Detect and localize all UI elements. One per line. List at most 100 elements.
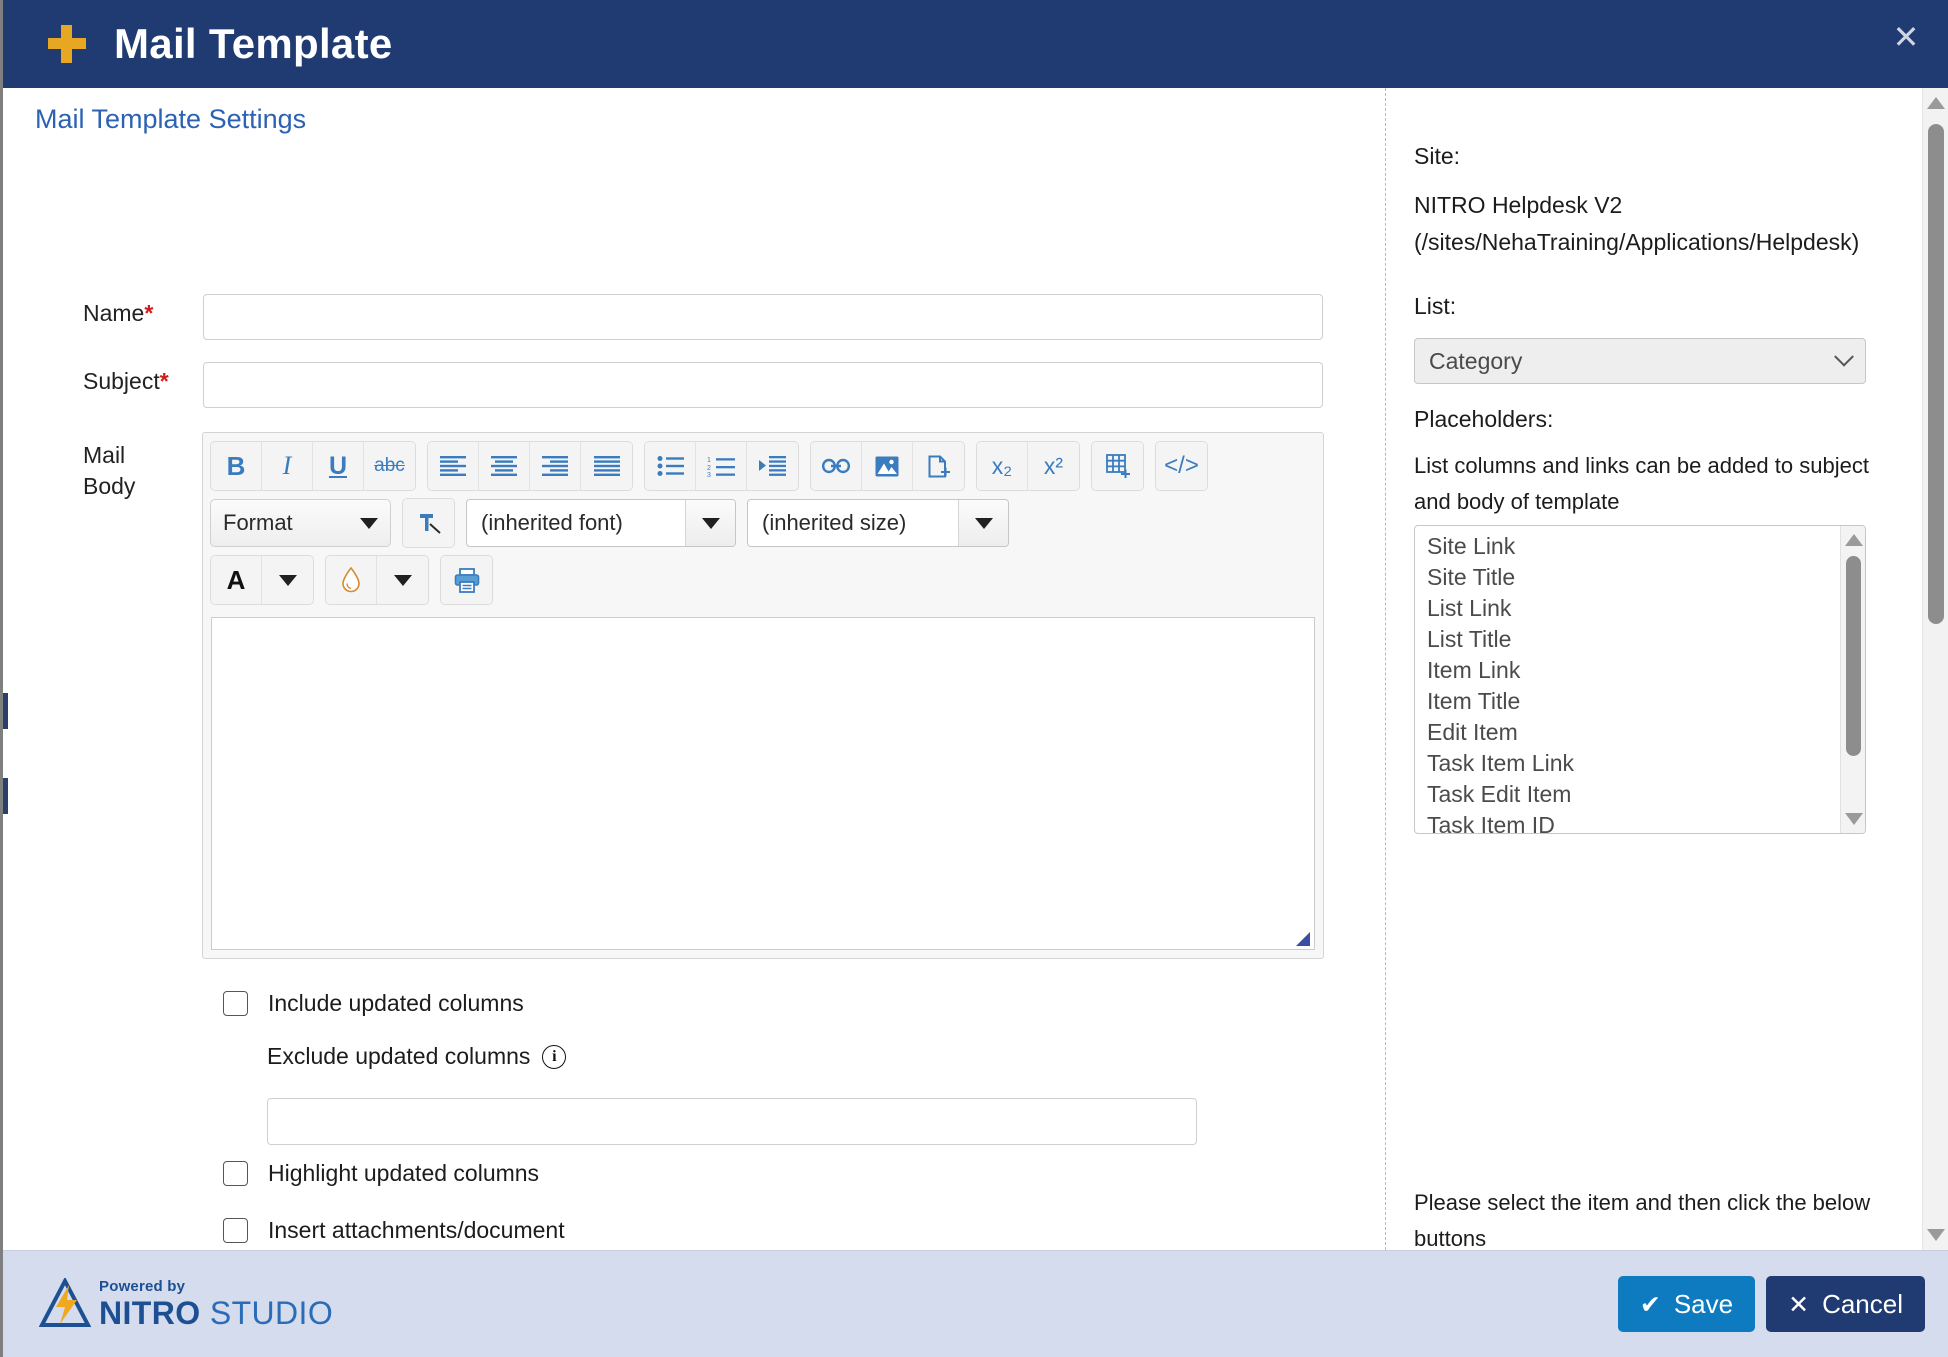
table-icon[interactable] bbox=[1092, 442, 1143, 490]
placeholders-listbox[interactable]: Site Link Site Title List Link List Title It… bbox=[1414, 525, 1866, 834]
placeholder-list-item[interactable]: Item Link bbox=[1427, 655, 1835, 686]
nitro-word: NITRO bbox=[99, 1295, 201, 1331]
placeholder-list-item[interactable]: List Link bbox=[1427, 593, 1835, 624]
placeholder-list-item[interactable]: Site Title bbox=[1427, 562, 1835, 593]
subject-label-text: Subject bbox=[83, 368, 160, 394]
dialog-titlebar: Mail Template ✕ bbox=[3, 0, 1948, 88]
font-size-value: (inherited size) bbox=[762, 510, 907, 535]
editor-resize-handle[interactable] bbox=[1296, 932, 1310, 946]
placeholders-scrollbar[interactable] bbox=[1840, 526, 1865, 833]
font-family-chevron-down-icon bbox=[685, 500, 735, 546]
underline-icon[interactable]: U bbox=[313, 442, 364, 490]
indent-icon[interactable] bbox=[747, 442, 798, 490]
droplet-icon[interactable] bbox=[326, 556, 377, 604]
highlight-updated-columns-row[interactable]: Highlight updated columns bbox=[223, 1160, 539, 1187]
info-icon[interactable]: i bbox=[542, 1044, 567, 1069]
bullet-list-icon[interactable] bbox=[645, 442, 696, 490]
nitro-logo-icon bbox=[38, 1276, 92, 1330]
insert-file-icon[interactable] bbox=[913, 442, 964, 490]
placeholders-list: Site Link Site Title List Link List Title It… bbox=[1415, 526, 1835, 833]
placeholder-list-item[interactable]: List Title bbox=[1427, 624, 1835, 655]
subject-input[interactable] bbox=[203, 362, 1323, 408]
exclude-updated-columns-text: Exclude updated columns bbox=[267, 1043, 531, 1069]
link-icon[interactable] bbox=[811, 442, 862, 490]
close-x-icon: ✕ bbox=[1788, 1289, 1810, 1319]
exclude-updated-columns-input[interactable] bbox=[267, 1098, 1197, 1145]
highlight-color-chevron-down-icon[interactable] bbox=[377, 556, 428, 604]
font-family-select[interactable]: (inherited font) bbox=[466, 499, 736, 547]
bold-icon[interactable]: B bbox=[211, 442, 262, 490]
mail-body-label-line2: Body bbox=[83, 473, 136, 499]
print-icon[interactable] bbox=[441, 556, 492, 604]
dialog-title: Mail Template bbox=[114, 20, 393, 67]
subject-label: Subject* bbox=[83, 366, 169, 397]
text-color-chevron-down-icon[interactable] bbox=[262, 556, 313, 604]
image-icon[interactable] bbox=[862, 442, 913, 490]
toolbar-row-1: B I U abc 1 2 3 x₂ x² </> bbox=[210, 441, 1316, 491]
name-input[interactable] bbox=[203, 294, 1323, 340]
site-label: Site: bbox=[1414, 143, 1461, 169]
font-size-select[interactable]: (inherited size) bbox=[747, 499, 1009, 547]
left-edge-marker-2 bbox=[3, 778, 8, 814]
insert-attachments-checkbox[interactable] bbox=[223, 1218, 248, 1243]
chevron-down-icon bbox=[360, 517, 378, 529]
list-select[interactable]: Category bbox=[1414, 338, 1866, 384]
placeholder-list-item[interactable]: Site Link bbox=[1427, 531, 1835, 562]
highlight-updated-columns-checkbox[interactable] bbox=[223, 1161, 248, 1186]
source-code-icon[interactable]: </> bbox=[1156, 442, 1207, 490]
scroll-down-icon[interactable] bbox=[1845, 813, 1863, 825]
editor-toolbar: B I U abc 1 2 3 x₂ x² </> Format (inheri… bbox=[203, 433, 1323, 616]
placeholder-list-item[interactable]: Edit Item bbox=[1427, 717, 1835, 748]
toolbar-group-script: x₂ x² bbox=[976, 441, 1080, 491]
powered-by-label: Powered by bbox=[99, 1278, 186, 1295]
placeholder-list-item[interactable]: Task Item ID bbox=[1427, 810, 1835, 833]
name-label: Name* bbox=[83, 298, 153, 329]
page-scroll-up-icon[interactable] bbox=[1927, 97, 1945, 109]
nitro-logo-text: Powered by NITRO STUDIO bbox=[99, 1279, 333, 1329]
align-right-icon[interactable] bbox=[530, 442, 581, 490]
mail-template-dialog: Mail Template ✕ Mail Template Settings N… bbox=[0, 0, 1948, 1357]
align-center-icon[interactable] bbox=[479, 442, 530, 490]
toolbar-group-insert bbox=[810, 441, 965, 491]
scroll-up-icon[interactable] bbox=[1845, 534, 1863, 546]
font-size-chevron-down-icon bbox=[958, 500, 1008, 546]
toolbar-group-removeformat bbox=[402, 498, 455, 548]
placeholder-list-item[interactable]: Item Title bbox=[1427, 686, 1835, 717]
page-scrollbar[interactable] bbox=[1922, 88, 1948, 1250]
list-select-value: Category bbox=[1429, 347, 1523, 374]
align-justify-icon[interactable] bbox=[581, 442, 632, 490]
placeholder-list-item[interactable]: Task Edit Item bbox=[1427, 779, 1835, 810]
toolbar-group-table bbox=[1091, 441, 1144, 491]
insert-attachments-row[interactable]: Insert attachments/document bbox=[223, 1217, 565, 1244]
superscript-icon[interactable]: x² bbox=[1028, 442, 1079, 490]
toolbar-group-align bbox=[427, 441, 633, 491]
align-left-icon[interactable] bbox=[428, 442, 479, 490]
form-column: Name* Subject* Mail Body B I U abc 1 2 3… bbox=[3, 88, 1383, 1250]
toolbar-group-textcolor: A bbox=[210, 555, 314, 605]
remove-format-icon[interactable] bbox=[403, 499, 454, 547]
placeholders-description: List columns and links can be added to s… bbox=[1414, 453, 1869, 514]
save-button-label: Save bbox=[1673, 1288, 1734, 1319]
svg-text:1: 1 bbox=[707, 457, 711, 464]
site-name: NITRO Helpdesk V2 bbox=[1414, 192, 1623, 218]
save-button[interactable]: ✔ Save bbox=[1617, 1276, 1756, 1332]
strikethrough-icon[interactable]: abc bbox=[364, 442, 415, 490]
include-updated-columns-row[interactable]: Include updated columns bbox=[223, 990, 524, 1017]
close-icon[interactable]: ✕ bbox=[1883, 14, 1929, 60]
scrollbar-thumb[interactable] bbox=[1846, 556, 1861, 756]
cancel-button[interactable]: ✕ Cancel bbox=[1766, 1276, 1925, 1332]
page-scroll-down-icon[interactable] bbox=[1927, 1229, 1945, 1241]
page-scrollbar-thumb[interactable] bbox=[1928, 124, 1944, 624]
placeholders-label: Placeholders: bbox=[1414, 406, 1554, 432]
text-color-icon[interactable]: A bbox=[211, 556, 262, 604]
placeholder-list-item[interactable]: Task Item Link bbox=[1427, 748, 1835, 779]
italic-icon[interactable]: I bbox=[262, 442, 313, 490]
toolbar-row-3: A bbox=[210, 555, 1316, 605]
subscript-icon[interactable]: x₂ bbox=[977, 442, 1028, 490]
format-select[interactable]: Format bbox=[210, 499, 391, 547]
include-updated-columns-checkbox[interactable] bbox=[223, 991, 248, 1016]
mail-body-textarea[interactable] bbox=[211, 617, 1315, 950]
numbered-list-icon[interactable]: 123 bbox=[696, 442, 747, 490]
left-edge-marker-1 bbox=[3, 693, 8, 729]
footer-actions: ✔ Save ✕ Cancel bbox=[1617, 1276, 1925, 1332]
